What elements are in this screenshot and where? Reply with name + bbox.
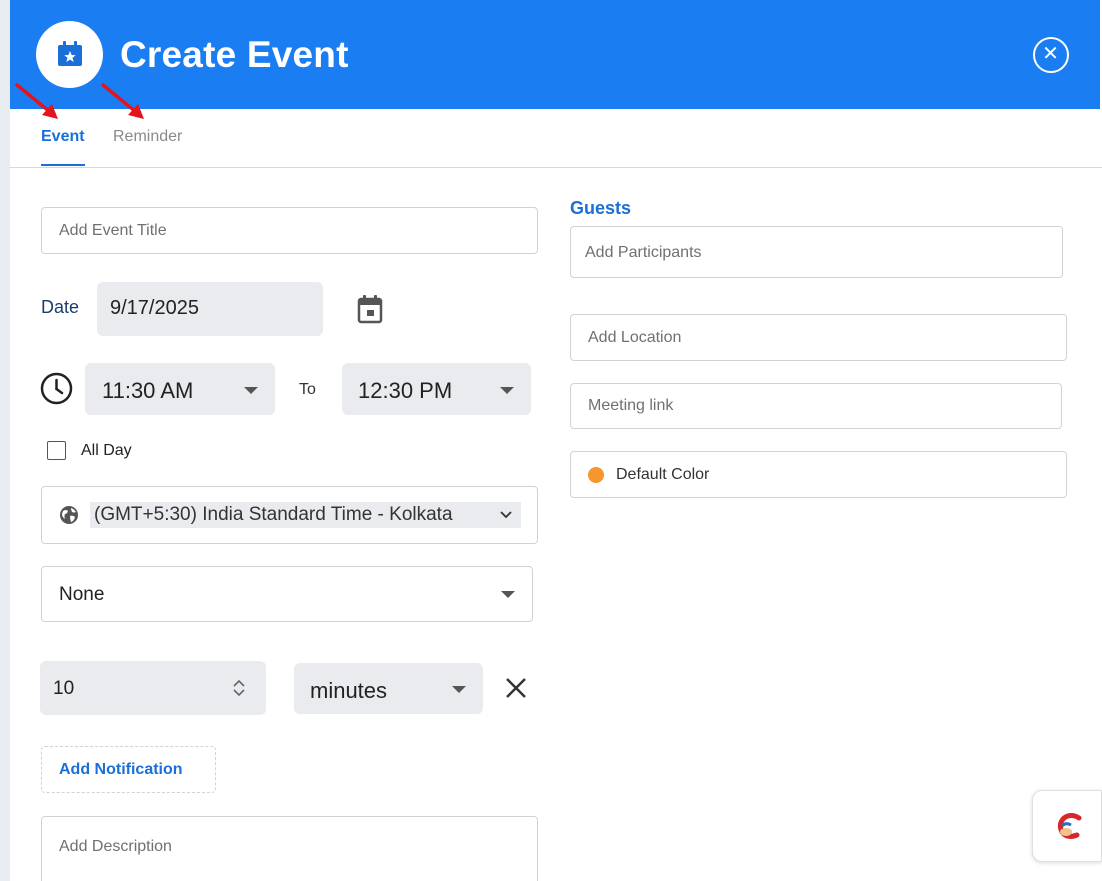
- create-event-modal: Create Event ✕ Event Reminder Add Event …: [10, 0, 1102, 881]
- tab-bar: Event Reminder: [10, 109, 1102, 168]
- clock-icon: [40, 372, 73, 405]
- globe-icon: [60, 506, 78, 524]
- color-swatch: [588, 467, 604, 483]
- chevron-down-icon: [244, 387, 258, 394]
- notification-unit-select[interactable]: minutes: [294, 663, 483, 714]
- chevron-down-icon: [500, 511, 512, 519]
- notification-value: 10: [53, 678, 75, 699]
- color-label: Default Color: [616, 466, 710, 483]
- end-time-value: 12:30 PM: [358, 378, 453, 403]
- meeting-link-input[interactable]: Meeting link: [570, 383, 1062, 429]
- header-icon-badge: [36, 21, 103, 88]
- start-time-select[interactable]: 11:30 AM: [85, 363, 275, 415]
- timezone-value: (GMT+5:30) India Standard Time - Kolkata: [94, 504, 453, 525]
- meeting-link-placeholder: Meeting link: [588, 397, 674, 414]
- event-title-placeholder: Add Event Title: [59, 222, 167, 239]
- ccleaner-logo-icon: [1057, 813, 1082, 839]
- end-time-select[interactable]: 12:30 PM: [342, 363, 531, 415]
- calendar-icon[interactable]: [357, 294, 383, 324]
- remove-notification-icon[interactable]: [505, 677, 527, 699]
- description-textarea[interactable]: Add Description: [41, 816, 538, 881]
- all-day-checkbox[interactable]: [47, 441, 66, 460]
- event-title-input[interactable]: Add Event Title: [41, 207, 538, 254]
- date-value: 9/17/2025: [110, 297, 199, 319]
- timezone-select[interactable]: (GMT+5:30) India Standard Time - Kolkata: [41, 486, 538, 544]
- close-icon: ✕: [1042, 43, 1059, 65]
- start-time-value: 11:30 AM: [102, 378, 194, 403]
- to-label: To: [299, 381, 316, 398]
- stepper-arrows-icon[interactable]: [232, 678, 246, 698]
- chevron-down-icon: [452, 686, 466, 693]
- annotation-arrow-icon: [15, 83, 58, 119]
- participants-input[interactable]: Add Participants: [570, 226, 1063, 278]
- modal-title: Create Event: [120, 34, 349, 75]
- date-label: Date: [41, 297, 80, 317]
- participants-placeholder: Add Participants: [585, 244, 702, 261]
- repeat-value: None: [59, 584, 105, 605]
- calendar-star-icon: [58, 41, 82, 66]
- color-select[interactable]: Default Color: [570, 451, 1067, 498]
- chevron-down-icon: [501, 591, 515, 598]
- date-input[interactable]: 9/17/2025: [97, 282, 323, 336]
- add-notification-label: Add Notification: [59, 761, 183, 778]
- description-placeholder: Add Description: [59, 838, 172, 855]
- close-button[interactable]: ✕: [1033, 37, 1069, 73]
- tab-reminder[interactable]: Reminder: [113, 128, 182, 146]
- chevron-down-icon: [500, 387, 514, 394]
- guests-label: Guests: [570, 198, 632, 218]
- repeat-select[interactable]: None: [41, 566, 533, 622]
- tab-event[interactable]: Event: [41, 128, 85, 146]
- location-input[interactable]: Add Location: [570, 314, 1067, 361]
- location-placeholder: Add Location: [588, 329, 682, 346]
- annotation-arrow-icon: [101, 83, 144, 119]
- active-tab-indicator: [41, 164, 85, 166]
- modal-header: Create Event ✕: [10, 0, 1100, 109]
- extension-floating-button[interactable]: [1032, 790, 1102, 862]
- add-notification-button[interactable]: Add Notification: [41, 746, 216, 793]
- all-day-label: All Day: [81, 442, 132, 459]
- background-app: [0, 0, 10, 881]
- notification-unit-value: minutes: [310, 678, 388, 703]
- timezone-value-box: (GMT+5:30) India Standard Time - Kolkata: [90, 502, 521, 528]
- notification-value-stepper[interactable]: 10: [40, 661, 266, 715]
